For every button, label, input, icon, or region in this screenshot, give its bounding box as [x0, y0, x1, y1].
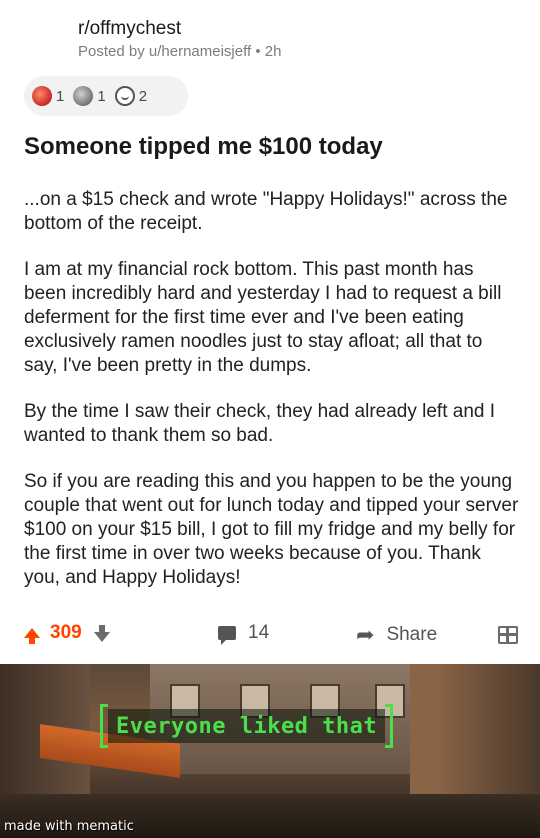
share-label: Share	[386, 624, 438, 645]
bracket-right	[385, 704, 394, 748]
award-silver-icon	[73, 86, 94, 106]
award-item[interactable]: 2	[114, 86, 148, 106]
give-award-button[interactable]	[498, 626, 518, 644]
meme-caption-banner: Everyone liked that	[100, 704, 394, 748]
mematic-watermark: made with mematic	[4, 819, 134, 834]
award-count: 2	[138, 87, 148, 105]
share-icon: ➦	[356, 622, 375, 647]
awards-bar[interactable]: 1 1 2	[24, 76, 188, 116]
body-paragraph: By the time I saw their check, they had …	[24, 401, 496, 446]
meme-image: Everyone liked that made with mematic	[0, 664, 540, 838]
body-paragraph: ...on a $15 check and wrote "Happy Holid…	[24, 189, 508, 234]
post-title: Someone tipped me $100 today	[24, 133, 383, 160]
body-paragraph: So if you are reading this and you happe…	[24, 471, 519, 588]
award-red-icon	[32, 86, 52, 106]
meme-caption: Everyone liked that	[108, 709, 386, 743]
body-paragraph: I am at my financial rock bottom. This p…	[24, 259, 502, 376]
award-count: 1	[97, 87, 106, 105]
post-header: r/offmychest Posted by u/hernameisjeff •…	[78, 18, 281, 62]
downvote-icon[interactable]	[93, 625, 110, 642]
share-button[interactable]: ➦ Share	[356, 622, 437, 648]
vote-group: 309	[24, 622, 110, 644]
comments-button[interactable]: 14	[218, 622, 270, 645]
award-face-icon	[114, 86, 135, 106]
award-item[interactable]: 1	[73, 86, 106, 106]
post-byline[interactable]: Posted by u/hernameisjeff • 2h	[78, 42, 281, 62]
comment-count: 14	[248, 622, 270, 643]
bracket-left	[100, 704, 108, 748]
award-count: 1	[56, 87, 65, 105]
post-actions: 309 14 ➦ Share	[0, 618, 540, 652]
score-count: 309	[50, 622, 82, 643]
subreddit-link[interactable]: r/offmychest	[78, 18, 281, 40]
gift-icon	[498, 626, 518, 644]
comment-icon	[218, 626, 236, 645]
award-item[interactable]: 1	[32, 86, 64, 106]
post-body: ...on a $15 check and wrote "Happy Holid…	[24, 188, 520, 612]
upvote-icon[interactable]	[24, 628, 40, 644]
